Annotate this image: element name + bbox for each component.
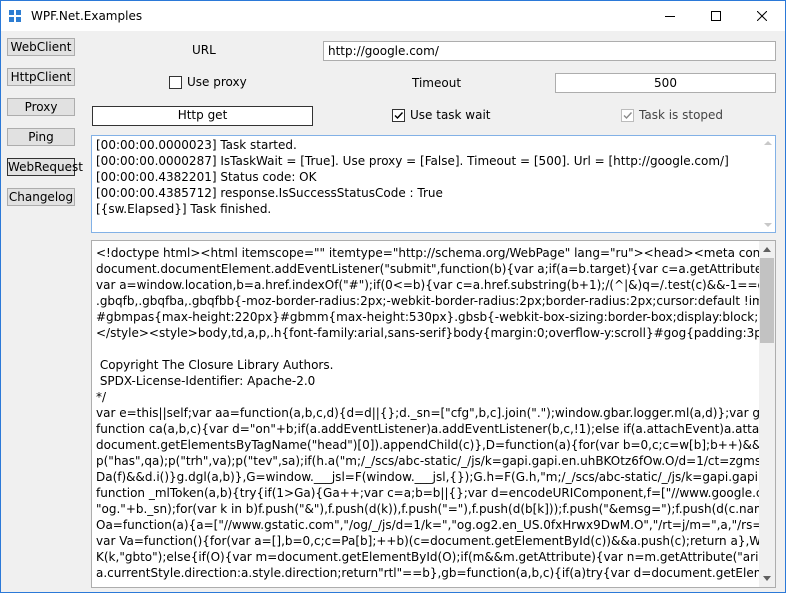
response-line: #gbmpas{max-height:220px}#gbmm{max-heigh… bbox=[96, 310, 760, 324]
app-grid-icon bbox=[9, 10, 22, 23]
response-line: document.getElementsByTagName("head")[0]… bbox=[96, 438, 760, 452]
scroll-up-icon[interactable] bbox=[764, 141, 772, 145]
scroll-down-icon[interactable] bbox=[763, 576, 771, 581]
response-line: </style><style>body,td,a,p,.h{font-famil… bbox=[96, 326, 760, 340]
log-textbox[interactable]: [00:00:00.0000023] Task started. [00:00:… bbox=[91, 135, 776, 233]
response-line: var e=this||self;var aa=function(a,b,c,d… bbox=[96, 406, 760, 420]
minimize-button[interactable] bbox=[647, 1, 693, 31]
response-line: "og."+b._sn);for(var k in b)f.push("&"),… bbox=[96, 502, 760, 516]
maximize-button[interactable] bbox=[693, 1, 739, 31]
close-icon bbox=[757, 11, 767, 21]
webclient-button[interactable]: WebClient bbox=[7, 38, 75, 56]
response-line: function _mlToken(a,b){try{if(1>Ga){Ga++… bbox=[96, 486, 760, 500]
log-line: [00:00:00.0000287] IsTaskWait = [True]. … bbox=[96, 154, 729, 168]
timeout-label: Timeout bbox=[412, 76, 462, 90]
minimize-icon bbox=[665, 16, 675, 17]
scroll-thumb[interactable] bbox=[760, 258, 774, 343]
log-line: [00:00:00.4385712] response.IsSuccessSta… bbox=[96, 186, 443, 200]
title-bar[interactable]: WPF.Net.Examples bbox=[1, 1, 785, 31]
task-stoped-checkbox bbox=[621, 109, 634, 122]
ping-button[interactable]: Ping bbox=[7, 128, 75, 146]
response-line: var a=window.location,b=a.href.indexOf("… bbox=[96, 278, 760, 292]
task-stoped-label: Task is stoped bbox=[639, 108, 724, 122]
response-line: Oa=function(a){a=["//www.gstatic.com","/… bbox=[96, 518, 760, 532]
log-line: [00:00:00.4382201] Status code: OK bbox=[96, 170, 317, 184]
response-line: SPDX-License-Identifier: Apache-2.0 bbox=[96, 374, 316, 388]
response-line: document.documentElement.addEventListene… bbox=[96, 262, 760, 276]
changelog-button[interactable]: Changelog bbox=[7, 188, 75, 206]
response-line: K(k,"gbto");else{if(O){var m=document.ge… bbox=[96, 550, 760, 564]
maximize-icon bbox=[711, 11, 721, 21]
proxy-button[interactable]: Proxy bbox=[7, 98, 75, 116]
use-proxy-checkbox[interactable] bbox=[169, 76, 182, 89]
response-content: <!doctype html><html itemscope="" itemty… bbox=[96, 245, 760, 581]
http-get-button[interactable]: Http get bbox=[92, 106, 313, 126]
response-line: .gbqfb,.gbqfba,.gbqfbb{-moz-border-radiu… bbox=[96, 294, 760, 308]
response-textbox[interactable]: <!doctype html><html itemscope="" itemty… bbox=[91, 240, 776, 588]
close-button[interactable] bbox=[739, 1, 785, 31]
vertical-scrollbar[interactable] bbox=[759, 241, 775, 587]
use-task-wait-label: Use task wait bbox=[410, 108, 491, 122]
response-line: p("has",qa);p("trh",va);p("tev",sa);if(h… bbox=[96, 454, 760, 468]
main-panel: WebClient HttpClient Proxy Ping WebReque… bbox=[1, 31, 785, 592]
checkmark-icon bbox=[623, 112, 633, 120]
response-line: var Va=function(){for(var a=[],b=0,c;c=P… bbox=[96, 534, 760, 548]
response-line: Da(f)&&d.i()}g.dgl(a,b)},G=window.___jsl… bbox=[96, 470, 760, 484]
app-window: WPF.Net.Examples WebClient HttpClient Pr… bbox=[0, 0, 786, 593]
response-line: a.currentStyle.direction:a.style.directi… bbox=[96, 566, 760, 580]
scroll-down-icon[interactable] bbox=[764, 223, 772, 227]
checkmark-icon bbox=[394, 112, 404, 120]
scroll-up-icon[interactable] bbox=[763, 247, 771, 252]
log-line: [{sw.Elapsed}] Task finished. bbox=[96, 202, 272, 216]
response-line bbox=[96, 341, 760, 357]
use-proxy-label: Use proxy bbox=[187, 75, 247, 89]
response-line: */ bbox=[96, 390, 107, 404]
response-line: <!doctype html><html itemscope="" itemty… bbox=[96, 246, 760, 260]
webrequest-button[interactable]: WebRequest bbox=[7, 158, 83, 176]
window-title: WPF.Net.Examples bbox=[31, 9, 143, 23]
response-line: Copyright The Closure Library Authors. bbox=[96, 358, 334, 372]
response-line: function ca(a,b,c){var d="on"+b;if(a.add… bbox=[96, 422, 760, 436]
log-line: [00:00:00.0000023] Task started. bbox=[96, 138, 297, 152]
url-label: URL bbox=[192, 43, 216, 57]
timeout-input[interactable]: 500 bbox=[555, 73, 776, 93]
httpclient-button[interactable]: HttpClient bbox=[7, 68, 75, 86]
use-task-wait-checkbox[interactable] bbox=[392, 109, 405, 122]
url-input[interactable]: http://google.com/ bbox=[323, 41, 776, 61]
